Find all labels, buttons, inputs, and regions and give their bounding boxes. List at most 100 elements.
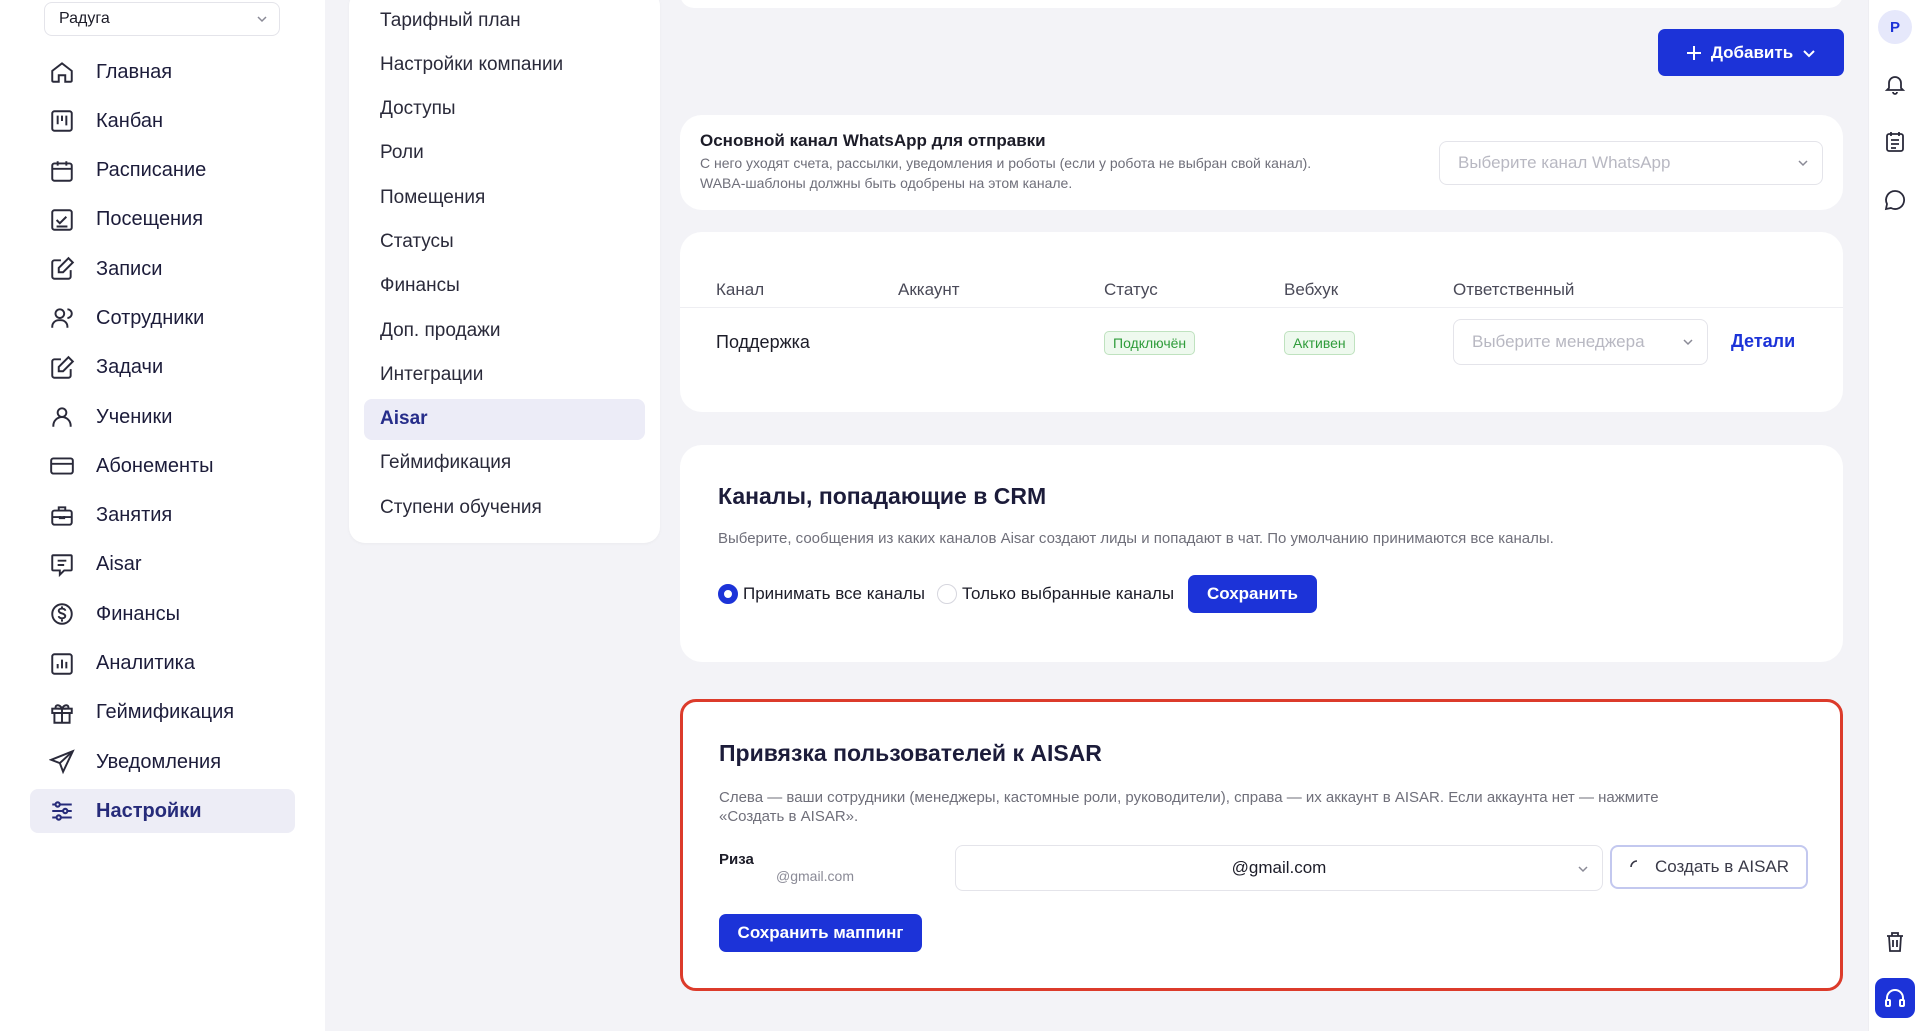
- nav-label: Расписание: [96, 159, 207, 182]
- aisar-desc-line1: Слева — ваши сотрудники (менеджеры, каст…: [719, 789, 1659, 806]
- chevron-down-icon: [1576, 862, 1590, 876]
- nav-item-analytics[interactable]: Аналитика: [30, 642, 295, 686]
- nav-item-kanban[interactable]: Канбан: [30, 99, 295, 143]
- create-in-aisar-button[interactable]: Создать в AISAR: [1610, 845, 1808, 889]
- aisar-account-select[interactable]: @gmail.com: [955, 845, 1603, 891]
- nav-item-home[interactable]: Главная: [30, 50, 295, 94]
- sidebar: Радуга Главная Канбан Расписание Посещен…: [0, 0, 325, 1031]
- crm-channels-card: Каналы, попадающие в CRM Выберите, сообщ…: [680, 445, 1843, 662]
- column-header-channel: Канал: [716, 280, 765, 299]
- settings-submenu: Тарифный план Настройки компании Доступы…: [349, 0, 660, 543]
- nav-label: Аналитика: [96, 652, 195, 675]
- nav-label: Aisar: [96, 553, 142, 576]
- nav-label: Абонементы: [96, 454, 214, 477]
- nav-label: Сотрудники: [96, 306, 205, 329]
- radio-accept-all-label[interactable]: Принимать все каналы: [743, 584, 925, 604]
- chevron-down-icon: [1681, 335, 1695, 349]
- column-header-account: Аккаунт: [898, 280, 960, 299]
- column-header-status: Статус: [1104, 280, 1158, 299]
- submenu-item-company[interactable]: Настройки компании: [364, 44, 645, 85]
- previous-card: [680, 0, 1843, 8]
- dollar-icon: [48, 600, 76, 628]
- chat-bubble-icon[interactable]: [1881, 186, 1909, 214]
- nav-item-subscriptions[interactable]: Абонементы: [30, 444, 295, 488]
- submenu-item-integrations[interactable]: Интеграции: [364, 354, 645, 395]
- webhook-badge: Активен: [1284, 331, 1355, 355]
- submenu-item-finance[interactable]: Финансы: [364, 266, 645, 307]
- tasks-icon: [48, 354, 76, 382]
- column-header-webhook: Вебхук: [1284, 280, 1339, 299]
- staff-icon: [48, 304, 76, 332]
- employee-name: Риза: [719, 851, 754, 868]
- plus-icon: [1685, 44, 1703, 62]
- submenu-item-access[interactable]: Доступы: [364, 89, 645, 130]
- nav-label: Настройки: [96, 799, 202, 822]
- cell-channel: Поддержка: [716, 332, 810, 352]
- nav-label: Главная: [96, 60, 173, 83]
- edit-icon: [48, 255, 76, 283]
- whatsapp-channel-select[interactable]: Выберите канал WhatsApp: [1439, 141, 1823, 185]
- nav-label: Задачи: [96, 356, 164, 379]
- submenu-item-statuses[interactable]: Статусы: [364, 221, 645, 262]
- nav-item-schedule[interactable]: Расписание: [30, 149, 295, 193]
- save-mapping-button[interactable]: Сохранить маппинг: [719, 914, 922, 952]
- submenu-item-gamification[interactable]: Геймификация: [364, 443, 645, 484]
- chevron-down-icon: [1801, 45, 1817, 61]
- trash-icon[interactable]: [1881, 928, 1909, 956]
- bell-icon[interactable]: [1881, 70, 1909, 98]
- student-icon: [48, 403, 76, 431]
- save-button[interactable]: Сохранить: [1188, 575, 1317, 613]
- organization-select-value: Радуга: [59, 10, 110, 27]
- nav-item-aisar[interactable]: Aisar: [30, 543, 295, 587]
- card-icon: [48, 452, 76, 480]
- nav-label: Канбан: [96, 109, 163, 132]
- sliders-icon: [48, 797, 76, 825]
- nav-item-staff[interactable]: Сотрудники: [30, 296, 295, 340]
- add-button[interactable]: Добавить: [1658, 29, 1844, 76]
- organization-select[interactable]: Радуга: [44, 2, 280, 36]
- avatar[interactable]: Р: [1878, 10, 1912, 44]
- nav-item-gamification[interactable]: Геймификация: [30, 691, 295, 735]
- chevron-down-icon: [1796, 156, 1810, 170]
- channels-table-card: Канал Аккаунт Статус Вебхук Ответственны…: [680, 232, 1843, 412]
- aisar-account-value: @gmail.com: [1231, 858, 1327, 877]
- radio-accept-all[interactable]: [718, 584, 738, 604]
- nav-item-lessons[interactable]: Занятия: [30, 494, 295, 538]
- radio-selected-only-label[interactable]: Только выбранные каналы: [962, 584, 1174, 604]
- column-header-manager: Ответственный: [1453, 280, 1575, 299]
- nav-item-settings[interactable]: Настройки: [30, 789, 295, 834]
- attendance-icon: [48, 206, 76, 234]
- submenu-item-aisar[interactable]: Aisar: [364, 398, 645, 440]
- submenu-item-rooms[interactable]: Помещения: [364, 177, 645, 218]
- crm-channels-title: Каналы, попадающие в CRM: [718, 483, 1047, 509]
- radio-selected-only[interactable]: [937, 584, 957, 604]
- whatsapp-desc-line2: WABA-шаблоны должны быть одобрены на это…: [700, 175, 1073, 191]
- nav-item-students[interactable]: Ученики: [30, 395, 295, 439]
- submenu-item-roles[interactable]: Роли: [364, 133, 645, 174]
- nav-item-finance[interactable]: Финансы: [30, 592, 295, 636]
- support-button[interactable]: [1875, 978, 1915, 1018]
- create-in-aisar-label: Создать в AISAR: [1654, 857, 1790, 876]
- chevron-down-icon: [255, 12, 269, 26]
- nav-item-tasks[interactable]: Задачи: [30, 346, 295, 390]
- nav-item-records[interactable]: Записи: [30, 247, 295, 291]
- nav-item-attendance[interactable]: Посещения: [30, 198, 295, 242]
- briefcase-icon: [48, 502, 76, 530]
- manager-select[interactable]: Выберите менеджера: [1453, 319, 1708, 365]
- whatsapp-select-placeholder: Выберите канал WhatsApp: [1458, 153, 1671, 172]
- chat-icon: [48, 551, 76, 579]
- document-icon[interactable]: [1881, 128, 1909, 156]
- whatsapp-desc-line1: С него уходят счета, рассылки, уведомлен…: [700, 155, 1312, 171]
- gift-icon: [48, 699, 76, 727]
- details-link[interactable]: Детали: [1731, 331, 1795, 352]
- nav-label: Занятия: [96, 504, 173, 527]
- send-icon: [48, 748, 76, 776]
- aisar-desc-line2: «Создать в AISAR».: [719, 808, 859, 825]
- nav-label: Посещения: [96, 208, 204, 231]
- submenu-item-tariff[interactable]: Тарифный план: [364, 0, 645, 41]
- whatsapp-title: Основной канал WhatsApp для отправки: [700, 131, 1046, 150]
- submenu-item-upsell[interactable]: Доп. продажи: [364, 310, 645, 351]
- submenu-item-levels[interactable]: Ступени обучения: [364, 487, 645, 528]
- nav-item-notifications[interactable]: Уведомления: [30, 740, 295, 784]
- nav-label: Геймификация: [96, 701, 235, 724]
